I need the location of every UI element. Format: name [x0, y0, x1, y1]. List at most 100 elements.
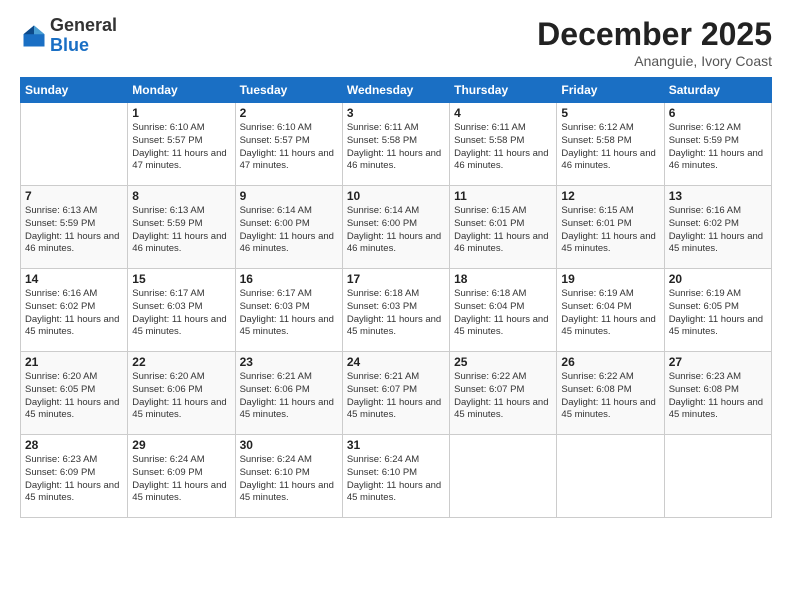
day-number: 22: [132, 355, 230, 369]
day-cell: 21 Sunrise: 6:20 AMSunset: 6:05 PMDayligh…: [21, 352, 128, 435]
day-cell: 27 Sunrise: 6:23 AMSunset: 6:08 PMDayligh…: [664, 352, 771, 435]
logo-blue: Blue: [50, 35, 89, 55]
day-number: 18: [454, 272, 552, 286]
day-cell: 6Sunrise: 6:12 AMSunset: 5:59 PMDaylight…: [664, 103, 771, 186]
day-cell: 3Sunrise: 6:11 AMSunset: 5:58 PMDaylight…: [342, 103, 449, 186]
day-number: 9: [240, 189, 338, 203]
day-cell: [664, 435, 771, 518]
day-cell: 28 Sunrise: 6:23 AMSunset: 6:09 PMDayligh…: [21, 435, 128, 518]
day-info: Sunrise: 6:19 AMSunset: 6:05 PMDaylight:…: [669, 288, 767, 339]
day-number: 17: [347, 272, 445, 286]
header-saturday: Saturday: [664, 78, 771, 103]
day-number: 5: [561, 106, 659, 120]
header: General Blue December 2025 Ananguie, Ivo…: [20, 16, 772, 69]
day-info: Sunrise: 6:21 AMSunset: 6:06 PMDaylight:…: [240, 371, 338, 422]
day-cell: 9 Sunrise: 6:14 AMSunset: 6:00 PMDaylight…: [235, 186, 342, 269]
day-cell: [21, 103, 128, 186]
day-number: 15: [132, 272, 230, 286]
day-number: 12: [561, 189, 659, 203]
day-cell: 17 Sunrise: 6:18 AMSunset: 6:03 PMDayligh…: [342, 269, 449, 352]
weekday-header-row: Sunday Monday Tuesday Wednesday Thursday…: [21, 78, 772, 103]
day-cell: 19Sunrise: 6:19 AMSunset: 6:04 PMDayligh…: [557, 269, 664, 352]
day-number: 2: [240, 106, 338, 120]
header-thursday: Thursday: [450, 78, 557, 103]
day-info: Sunrise: 6:15 AMSunset: 6:01 PMDaylight:…: [561, 205, 659, 256]
day-info: Sunrise: 6:12 AMSunset: 5:59 PMDaylight:…: [669, 122, 767, 173]
day-info: Sunrise: 6:15 AMSunset: 6:01 PMDaylight:…: [454, 205, 552, 256]
day-number: 7: [25, 189, 123, 203]
day-cell: 16 Sunrise: 6:17 AMSunset: 6:03 PMDayligh…: [235, 269, 342, 352]
title-block: December 2025 Ananguie, Ivory Coast: [537, 16, 772, 69]
day-info: Sunrise: 6:14 AMSunset: 6:00 PMDaylight:…: [347, 205, 445, 256]
day-number: 4: [454, 106, 552, 120]
day-number: 25: [454, 355, 552, 369]
day-info: Sunrise: 6:16 AMSunset: 6:02 PMDaylight:…: [25, 288, 123, 339]
day-cell: 2 Sunrise: 6:10 AMSunset: 5:57 PMDaylight…: [235, 103, 342, 186]
day-number: 13: [669, 189, 767, 203]
day-number: 20: [669, 272, 767, 286]
day-info: Sunrise: 6:16 AMSunset: 6:02 PMDaylight:…: [669, 205, 767, 256]
day-info: Sunrise: 6:17 AMSunset: 6:03 PMDaylight:…: [240, 288, 338, 339]
day-info: Sunrise: 6:23 AMSunset: 6:09 PMDaylight:…: [25, 454, 123, 505]
location: Ananguie, Ivory Coast: [537, 53, 772, 69]
day-cell: 4 Sunrise: 6:11 AMSunset: 5:58 PMDaylight…: [450, 103, 557, 186]
day-number: 8: [132, 189, 230, 203]
week-row-3: 14 Sunrise: 6:16 AMSunset: 6:02 PMDayligh…: [21, 269, 772, 352]
week-row-1: 1Sunrise: 6:10 AMSunset: 5:57 PMDaylight…: [21, 103, 772, 186]
day-info: Sunrise: 6:14 AMSunset: 6:00 PMDaylight:…: [240, 205, 338, 256]
day-number: 30: [240, 438, 338, 452]
day-info: Sunrise: 6:21 AMSunset: 6:07 PMDaylight:…: [347, 371, 445, 422]
day-cell: 22 Sunrise: 6:20 AMSunset: 6:06 PMDayligh…: [128, 352, 235, 435]
day-info: Sunrise: 6:11 AMSunset: 5:58 PMDaylight:…: [347, 122, 445, 173]
header-monday: Monday: [128, 78, 235, 103]
day-info: Sunrise: 6:20 AMSunset: 6:05 PMDaylight:…: [25, 371, 123, 422]
day-cell: 20 Sunrise: 6:19 AMSunset: 6:05 PMDayligh…: [664, 269, 771, 352]
day-info: Sunrise: 6:22 AMSunset: 6:08 PMDaylight:…: [561, 371, 659, 422]
day-number: 21: [25, 355, 123, 369]
day-info: Sunrise: 6:19 AMSunset: 6:04 PMDaylight:…: [561, 288, 659, 339]
day-cell: 14 Sunrise: 6:16 AMSunset: 6:02 PMDayligh…: [21, 269, 128, 352]
day-info: Sunrise: 6:24 AMSunset: 6:09 PMDaylight:…: [132, 454, 230, 505]
day-info: Sunrise: 6:10 AMSunset: 5:57 PMDaylight:…: [240, 122, 338, 173]
day-number: 10: [347, 189, 445, 203]
day-cell: 13 Sunrise: 6:16 AMSunset: 6:02 PMDayligh…: [664, 186, 771, 269]
week-row-5: 28 Sunrise: 6:23 AMSunset: 6:09 PMDayligh…: [21, 435, 772, 518]
day-cell: 29 Sunrise: 6:24 AMSunset: 6:09 PMDayligh…: [128, 435, 235, 518]
day-number: 31: [347, 438, 445, 452]
day-info: Sunrise: 6:18 AMSunset: 6:03 PMDaylight:…: [347, 288, 445, 339]
page: General Blue December 2025 Ananguie, Ivo…: [0, 0, 792, 612]
day-cell: 10 Sunrise: 6:14 AMSunset: 6:00 PMDayligh…: [342, 186, 449, 269]
week-row-4: 21 Sunrise: 6:20 AMSunset: 6:05 PMDayligh…: [21, 352, 772, 435]
day-cell: 26Sunrise: 6:22 AMSunset: 6:08 PMDayligh…: [557, 352, 664, 435]
day-cell: 18 Sunrise: 6:18 AMSunset: 6:04 PMDayligh…: [450, 269, 557, 352]
calendar: Sunday Monday Tuesday Wednesday Thursday…: [20, 77, 772, 518]
day-cell: 1Sunrise: 6:10 AMSunset: 5:57 PMDaylight…: [128, 103, 235, 186]
day-cell: 8Sunrise: 6:13 AMSunset: 5:59 PMDaylight…: [128, 186, 235, 269]
day-info: Sunrise: 6:20 AMSunset: 6:06 PMDaylight:…: [132, 371, 230, 422]
day-cell: [450, 435, 557, 518]
day-info: Sunrise: 6:10 AMSunset: 5:57 PMDaylight:…: [132, 122, 230, 173]
day-cell: 30 Sunrise: 6:24 AMSunset: 6:10 PMDayligh…: [235, 435, 342, 518]
day-cell: 15Sunrise: 6:17 AMSunset: 6:03 PMDayligh…: [128, 269, 235, 352]
day-number: 23: [240, 355, 338, 369]
day-info: Sunrise: 6:11 AMSunset: 5:58 PMDaylight:…: [454, 122, 552, 173]
logo-text: General Blue: [50, 16, 117, 56]
day-cell: [557, 435, 664, 518]
day-number: 11: [454, 189, 552, 203]
logo-general: General: [50, 15, 117, 35]
day-number: 14: [25, 272, 123, 286]
day-cell: 25 Sunrise: 6:22 AMSunset: 6:07 PMDayligh…: [450, 352, 557, 435]
header-friday: Friday: [557, 78, 664, 103]
day-info: Sunrise: 6:22 AMSunset: 6:07 PMDaylight:…: [454, 371, 552, 422]
day-number: 27: [669, 355, 767, 369]
day-number: 28: [25, 438, 123, 452]
logo: General Blue: [20, 16, 117, 56]
day-info: Sunrise: 6:24 AMSunset: 6:10 PMDaylight:…: [240, 454, 338, 505]
day-number: 29: [132, 438, 230, 452]
day-info: Sunrise: 6:18 AMSunset: 6:04 PMDaylight:…: [454, 288, 552, 339]
header-wednesday: Wednesday: [342, 78, 449, 103]
day-info: Sunrise: 6:23 AMSunset: 6:08 PMDaylight:…: [669, 371, 767, 422]
day-info: Sunrise: 6:12 AMSunset: 5:58 PMDaylight:…: [561, 122, 659, 173]
day-info: Sunrise: 6:24 AMSunset: 6:10 PMDaylight:…: [347, 454, 445, 505]
day-number: 16: [240, 272, 338, 286]
